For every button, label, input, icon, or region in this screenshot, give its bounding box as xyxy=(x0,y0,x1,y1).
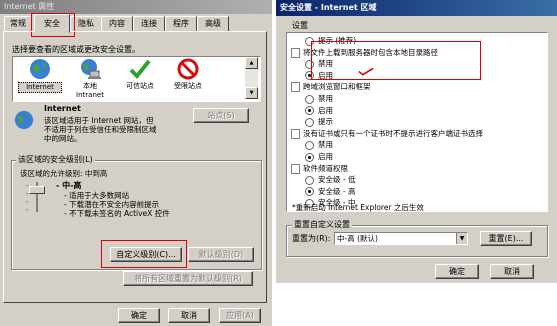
chevron-down-icon[interactable]: ▼ xyxy=(456,233,467,244)
settings-label: 设置 xyxy=(292,21,308,30)
setting-label: 软件频道权限 xyxy=(303,163,348,173)
setting-option[interactable]: 启用 xyxy=(305,151,333,163)
reset-to-label: 重置为(R): xyxy=(292,234,331,243)
zone-list-scrollbar[interactable]: ▲ ▼ xyxy=(245,57,258,99)
security-settings-window: 安全设置 - Internet 区域 设置 提示 (推荐) 将文件上载到服务器时包… xyxy=(276,0,557,283)
page-icon xyxy=(291,82,300,93)
radio-icon xyxy=(305,140,314,150)
zone-restricted-sites[interactable]: 受限站点 xyxy=(166,58,210,91)
intranet-icon xyxy=(81,59,101,79)
checkmark-annotation-icon xyxy=(358,67,374,76)
setting-option[interactable]: 安全级 - 高 xyxy=(305,186,355,198)
custom-level-highlight xyxy=(101,240,187,268)
radio-icon xyxy=(305,117,314,127)
ok-button[interactable]: 确定 xyxy=(435,264,479,279)
setting-category: 软件频道权限 xyxy=(291,163,348,175)
ok-button[interactable]: 确定 xyxy=(118,308,160,323)
allowed-levels-text: 该区域的允许级别: 中到高 xyxy=(20,169,108,178)
restricted-icon xyxy=(177,58,199,80)
security-level-name: - 中-高 xyxy=(56,181,82,190)
upload-path-highlight xyxy=(311,41,481,80)
radio-icon xyxy=(305,94,314,104)
reset-all-zones-button[interactable]: 将所有区域重置为默认级别(R) xyxy=(123,271,253,286)
zone-trusted-sites[interactable]: 可信站点 xyxy=(118,59,162,91)
tab-programs[interactable]: 程序 xyxy=(165,16,197,32)
setting-label: 提示 xyxy=(318,117,333,127)
apply-button[interactable]: 应用(A) xyxy=(219,308,261,323)
setting-label: 没有证书或只有一个证书时不提示进行客户端证书选择 xyxy=(303,128,483,138)
security-slider-thumb[interactable] xyxy=(29,186,45,194)
zone-internet[interactable]: Internet xyxy=(18,59,62,93)
setting-label: 禁用 xyxy=(318,94,333,103)
page-icon xyxy=(291,128,300,139)
setting-label: 禁用 xyxy=(318,140,333,150)
radio-icon xyxy=(305,187,314,197)
reset-level-select[interactable]: 中-高 (默认) ▼ xyxy=(334,232,468,245)
zone-info-description: 该区域适用于 Internet 网站，但 不适用于列在受信任和受限制区域 中的网… xyxy=(44,116,157,143)
reset-group-label: 重置自定义设置 xyxy=(292,220,352,230)
cancel-button[interactable]: 取消 xyxy=(168,308,210,323)
setting-label: 跨域浏览窗口和框架 xyxy=(303,82,371,92)
internet-options-window: Internet 属性 常规 安全 隐私 内容 连接 程序 高级 选择要查看的区… xyxy=(0,0,272,326)
tab-general[interactable]: 常规 xyxy=(4,16,32,32)
setting-category: 跨域浏览窗口和框架 xyxy=(291,81,371,93)
security-level-description: - 适用于大多数网站 - 下载潜在不安全内容前提示 - 不下载未签名的 Acti… xyxy=(64,191,170,218)
window-title: Internet 属性 xyxy=(4,2,55,11)
zone-info-title: Internet xyxy=(44,104,81,113)
setting-label: 安全级 - 低 xyxy=(318,175,356,185)
tab-advanced[interactable]: 高级 xyxy=(197,16,229,32)
setting-label: 启用 xyxy=(318,152,333,161)
page-icon xyxy=(291,47,300,58)
radio-icon xyxy=(305,106,314,116)
radio-icon xyxy=(305,152,314,162)
setting-label: 启用 xyxy=(318,105,333,115)
zone-info-globe-icon xyxy=(14,110,34,130)
setting-option[interactable]: 提示 xyxy=(305,116,333,128)
zone-prompt: 选择要查看的区域或更改安全设置。 xyxy=(12,45,140,54)
tab-content[interactable]: 内容 xyxy=(101,16,133,32)
setting-option[interactable]: 禁用 xyxy=(305,139,333,151)
setting-option[interactable]: 启用 xyxy=(305,105,333,117)
page-icon xyxy=(291,163,300,174)
security-level-group-label: 该区域的安全级别(L) xyxy=(16,155,95,165)
setting-category: 没有证书或只有一个证书时不提示进行客户端证书选择 xyxy=(291,128,483,140)
reset-button[interactable]: 重置(E)... xyxy=(480,231,532,246)
checkmark-icon xyxy=(129,59,151,79)
globe-icon xyxy=(30,59,50,79)
setting-option[interactable]: 安全级 - 低 xyxy=(305,174,355,186)
tab-connections[interactable]: 连接 xyxy=(133,16,165,32)
zone-local-intranet[interactable]: 本地 Intranet xyxy=(68,59,112,100)
title-bar: Internet 属性 xyxy=(0,0,272,14)
window-title: 安全设置 - Internet 区域 xyxy=(280,3,377,12)
cancel-button[interactable]: 取消 xyxy=(490,264,534,279)
setting-label: 安全级 - 高 xyxy=(318,186,356,196)
radio-icon xyxy=(305,175,314,185)
title-bar: 安全设置 - Internet 区域 xyxy=(276,0,557,16)
sites-button[interactable]: 站点(S) xyxy=(193,108,249,123)
tab-security[interactable]: 安全 xyxy=(34,14,70,33)
restart-note: *重新启动 Internet Explorer 之后生效 xyxy=(292,203,424,212)
setting-option[interactable]: 禁用 xyxy=(305,93,333,105)
default-level-button[interactable]: 默认级别(D) xyxy=(188,247,254,262)
